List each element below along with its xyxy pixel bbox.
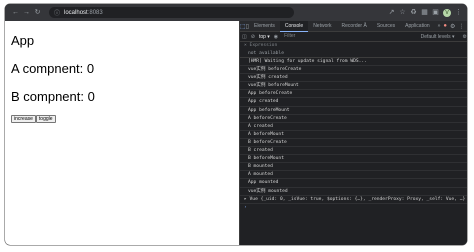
star-icon[interactable]: ☆ [399,9,406,16]
app-title: App [11,33,35,48]
issues-icon[interactable]: ● [443,23,447,29]
devtools-panel: ⬚ ▯ Elements Console Network Recorder Å … [239,20,467,245]
filter-input[interactable]: Filter [282,33,388,40]
browser-actions: ↗ ☆ ♻ ▦ ▣ V ⋮ [388,8,467,17]
console-log-line: App created [240,98,467,107]
live-expression-value: not available [240,50,467,58]
console-log-list: [HMR] Waiting for update signal from WDS… [240,58,467,196]
console-log-line: vue实例 beforeCreate [240,66,467,75]
puzzle-icon[interactable]: ▦ [421,9,428,16]
url-port: :8083 [87,9,103,16]
console-prompt[interactable]: › [240,204,467,212]
console-output: × Expression not available [HMR] Waiting… [240,42,467,212]
back-icon[interactable]: ← [10,4,21,21]
sidebar-toggle-icon[interactable]: ◫ [242,34,247,40]
reload-icon[interactable]: ↻ [32,4,43,21]
console-log-line: vue实例 beforeMount [240,82,467,91]
url-host: localhost [64,9,88,16]
clear-console-icon[interactable]: ⊘ [251,34,255,40]
console-log-line: A beforeCreate [240,115,467,123]
tab-elements[interactable]: Elements [249,21,280,32]
expression-label: Expression [249,43,278,48]
share-icon[interactable]: ↗ [388,9,395,16]
tab-console[interactable]: Console [279,20,309,32]
toggle-button[interactable]: toggle [35,115,56,123]
increase-button[interactable]: increase [11,115,36,123]
tab-sources[interactable]: Sources [372,21,400,32]
b-component-counter: B compnent: 0 [11,89,95,104]
console-log-line: A mounted [240,171,467,180]
browser-window: ← → ↻ ⓘ localhost:8083 ↗ ☆ ♻ ▦ ▣ V ⋮ App… [5,4,467,245]
browser-toolbar: ← → ↻ ⓘ localhost:8083 ↗ ☆ ♻ ▦ ▣ V ⋮ [5,4,467,21]
eye-icon[interactable]: ◉ [274,34,278,40]
console-log-line: A created [240,123,467,131]
info-icon[interactable]: ⓘ [54,8,60,17]
console-toolbar: ◫ ⊘ top ▾ ◉ Filter Default levels ▾ ⚙ [240,32,467,42]
console-log-line: A beforeMount [240,131,467,139]
menu-icon[interactable]: ⋮ [455,9,462,16]
forward-icon[interactable]: → [21,4,32,21]
console-log-line: vue实例 created [240,74,467,83]
sidebar-icon[interactable]: ▣ [432,9,439,16]
console-log-line: B mounted [240,163,467,172]
tab-recorder[interactable]: Recorder Å [337,21,372,32]
console-log-line: B created [240,147,467,156]
button-group: increase toggle [11,115,239,123]
tab-application[interactable]: Application [400,21,434,32]
address-bar[interactable]: ⓘ localhost:8083 [49,7,294,18]
extension-icon[interactable]: ♻ [410,9,417,16]
console-log-line: [HMR] Waiting for update signal from WDS… [240,58,467,67]
settings-icon[interactable]: ⚙ [450,23,455,30]
devtools-actions: ● ⚙ ⋮ ✕ [443,23,467,30]
more-tabs-button[interactable]: » [435,23,444,29]
console-log-line: App beforeMount [240,107,467,115]
a-component-counter: A compnent: 0 [11,61,95,76]
console-log-line: App mounted [240,179,467,188]
devtools-tab-bar: ⬚ ▯ Elements Console Network Recorder Å … [240,20,467,32]
page-content: App A compnent: 0 B compnent: 0 increase… [5,21,239,245]
console-object-line[interactable]: ▸ Vue {_uid: 0, _isVue: true, $options: … [240,196,467,204]
live-expression-label: × Expression [244,43,278,48]
console-log-line: vue实例 mounted [240,188,467,196]
kebab-menu-icon[interactable]: ⋮ [458,23,464,30]
profile-avatar[interactable]: V [443,8,451,17]
console-log-line: B beforeMount [240,155,467,164]
context-selector[interactable]: top ▾ [259,34,270,40]
log-levels-dropdown[interactable]: Default levels ▾ [421,34,459,40]
tab-network[interactable]: Network [308,21,336,32]
console-log-line: App beforeCreate [240,90,467,99]
console-log-line: B beforeCreate [240,139,467,148]
console-settings-icon[interactable]: ⚙ [463,34,467,40]
